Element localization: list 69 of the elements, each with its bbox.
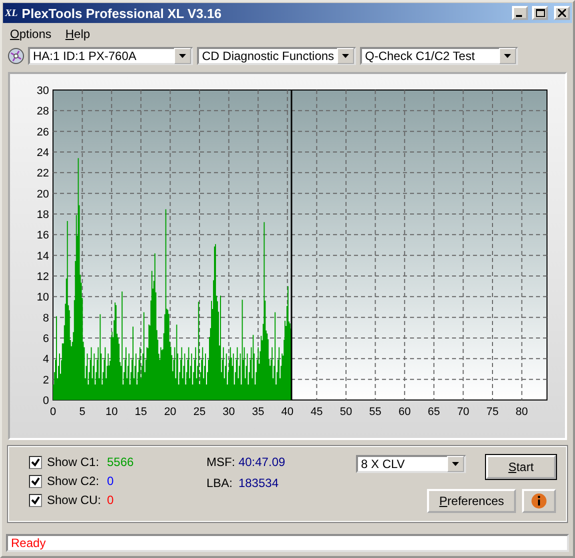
position-value: 183534 bbox=[238, 476, 278, 490]
speed-dropdown[interactable]: 8 X CLV bbox=[356, 455, 466, 473]
x-axis-label: 10 bbox=[105, 406, 118, 418]
x-axis-label: 25 bbox=[193, 406, 206, 418]
y-axis-label: 10 bbox=[36, 292, 49, 304]
x-axis-label: 30 bbox=[222, 406, 235, 418]
x-axis-label: 0 bbox=[50, 406, 56, 418]
window-title: PlexTools Professional XL V3.16 bbox=[22, 6, 222, 20]
x-axis-label: 55 bbox=[369, 406, 382, 418]
x-axis-label: 45 bbox=[310, 406, 323, 418]
position-label: LBA: bbox=[206, 476, 234, 490]
y-axis-label: 2 bbox=[42, 374, 49, 386]
minimize-button[interactable] bbox=[512, 6, 528, 20]
info-button[interactable] bbox=[522, 489, 556, 513]
x-axis-label: 75 bbox=[486, 406, 499, 418]
x-axis-label: 65 bbox=[428, 406, 440, 418]
disc-icon bbox=[8, 48, 24, 64]
counter-value: 0 bbox=[107, 493, 114, 507]
y-axis-label: 24 bbox=[36, 147, 49, 159]
counter-value: 5566 bbox=[107, 455, 134, 469]
position-label: MSF: bbox=[206, 455, 236, 469]
x-axis-label: 70 bbox=[457, 406, 470, 418]
x-axis-label: 15 bbox=[134, 406, 148, 418]
caret-icon bbox=[504, 54, 511, 58]
y-axis-label: 22 bbox=[36, 168, 49, 180]
dropdown[interactable]: HA:1 ID:1 PX-760A bbox=[28, 47, 193, 65]
x-axis-label: 40 bbox=[281, 406, 294, 418]
maximize-button[interactable] bbox=[532, 6, 548, 20]
caret-icon bbox=[452, 462, 459, 466]
x-axis-label: 20 bbox=[164, 406, 176, 418]
y-axis-label: 0 bbox=[42, 395, 49, 407]
y-axis-label: 20 bbox=[36, 188, 49, 200]
y-axis-label: 18 bbox=[36, 209, 49, 221]
y-axis-label: 16 bbox=[36, 230, 49, 242]
checkbox[interactable] bbox=[29, 474, 42, 488]
counter-label: Show C2: bbox=[47, 474, 100, 488]
status-bar: Ready bbox=[6, 534, 569, 552]
app-logo: XL bbox=[5, 8, 18, 18]
menu-item[interactable]: Help bbox=[65, 27, 90, 41]
x-axis-label: 5 bbox=[79, 406, 86, 418]
position-value: 40:47.09 bbox=[238, 455, 286, 469]
y-axis-label: 30 bbox=[36, 85, 49, 97]
close-button[interactable] bbox=[554, 6, 570, 20]
y-axis-label: 14 bbox=[36, 250, 49, 262]
x-axis-label: 50 bbox=[340, 406, 352, 418]
x-axis-label: 35 bbox=[252, 406, 264, 418]
counter-label: Show CU: bbox=[47, 493, 102, 507]
menu-item[interactable]: Options bbox=[10, 27, 52, 41]
preferences-button[interactable]: Preferences bbox=[427, 489, 516, 513]
y-axis-label: 28 bbox=[36, 106, 49, 118]
y-axis-label: 6 bbox=[42, 333, 49, 345]
counter-value: 0 bbox=[107, 474, 114, 488]
checkbox[interactable] bbox=[29, 494, 42, 506]
info-icon bbox=[531, 493, 547, 509]
counter-label: Show C1: bbox=[47, 455, 100, 469]
y-axis-label: 26 bbox=[36, 126, 49, 138]
caret-icon bbox=[179, 54, 186, 58]
x-axis-label: 80 bbox=[516, 406, 528, 418]
start-button[interactable]: Start bbox=[486, 455, 556, 479]
y-axis-label: 8 bbox=[42, 312, 49, 324]
caret-icon bbox=[342, 54, 349, 58]
maximize-icon bbox=[536, 9, 544, 17]
close-icon bbox=[558, 9, 566, 17]
dropdown[interactable]: Q-Check C1/C2 Test bbox=[360, 47, 518, 65]
x-axis-label: 60 bbox=[398, 406, 411, 418]
dropdown[interactable]: CD Diagnostic Functions bbox=[197, 47, 356, 65]
y-axis-label: 4 bbox=[42, 354, 49, 366]
y-axis-label: 12 bbox=[36, 271, 49, 283]
checkbox[interactable] bbox=[29, 456, 42, 468]
